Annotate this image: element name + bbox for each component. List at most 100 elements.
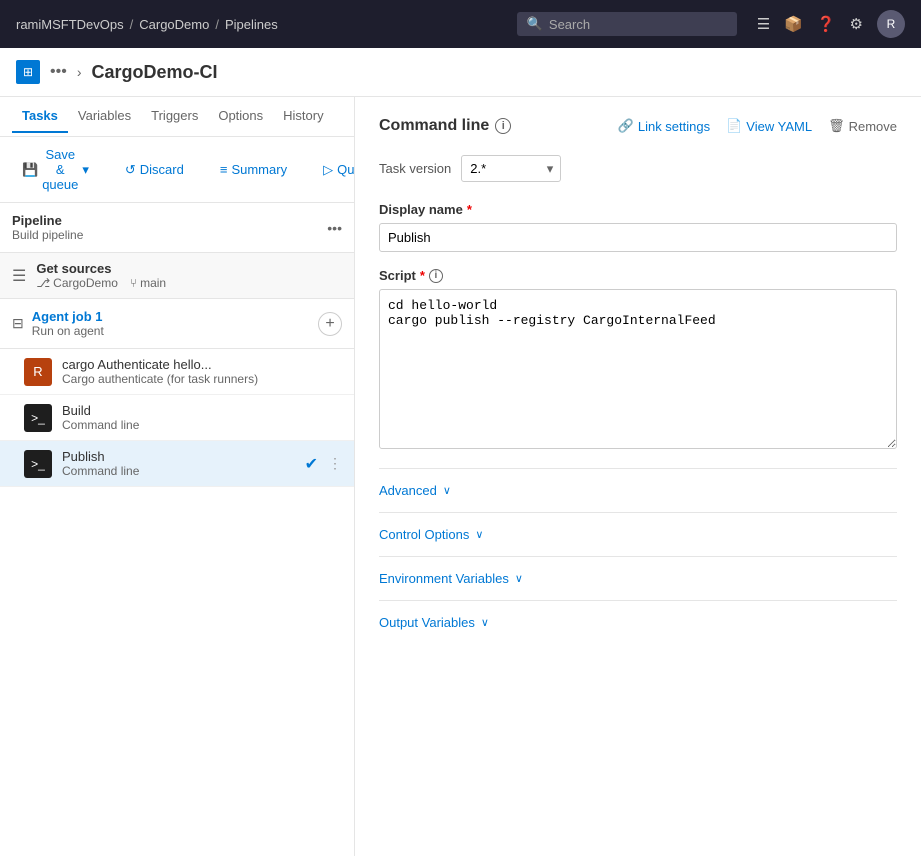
task-version-label: Task version [379,161,451,176]
task-item-build[interactable]: >_ Build Command line [0,395,354,441]
left-panel: Tasks Variables Triggers Options History… [0,97,355,856]
script-textarea[interactable] [379,289,897,449]
breadcrumb-sep-1: / [130,17,134,32]
advanced-header[interactable]: Advanced ∨ [379,483,897,498]
tab-bar: Tasks Variables Triggers Options History [0,97,354,137]
environment-variables-label: Environment Variables [379,571,509,586]
script-label: Script * i [379,268,897,283]
cargo-auth-subtitle: Cargo authenticate (for task runners) [62,372,342,386]
pipeline-icon: ⊞ [16,60,40,84]
build-icon: >_ [24,404,52,432]
section-header-row: Command line i 🔗 Link settings 📄 View YA… [379,117,897,135]
search-box[interactable]: 🔍 [517,12,737,36]
pipeline-info: Pipeline Build pipeline [12,213,83,242]
section-title: Command line i [379,117,511,135]
queue-icon: ▷ [323,162,333,178]
output-variables-chevron-icon: ∨ [481,616,489,629]
summary-button[interactable]: ≡ Summary [210,158,297,181]
breadcrumb-org[interactable]: ramiMSFTDevOps [16,17,124,32]
get-sources-icon: ☰ [12,266,26,286]
agent-job-icon: ⊟ [12,315,24,332]
save-icon: 💾 [22,162,38,178]
tab-variables[interactable]: Variables [68,100,141,133]
link-settings-icon: 🔗 [618,118,634,134]
environment-variables-section: Environment Variables ∨ [379,556,897,600]
publish-info: Publish Command line [62,449,295,478]
view-yaml-icon: 📄 [726,118,742,134]
search-icon: 🔍 [527,16,543,32]
agent-job-title[interactable]: Agent job 1 [32,309,310,324]
discard-label: Discard [140,162,184,177]
discard-button[interactable]: ↺ Discard [115,158,194,182]
link-settings-link[interactable]: 🔗 Link settings [618,118,710,134]
add-task-button[interactable]: + [318,312,342,336]
output-variables-label: Output Variables [379,615,475,630]
remove-icon: 🗑 [828,118,845,134]
cargo-auth-title: cargo Authenticate hello... [62,357,342,372]
publish-more-button[interactable]: ⋮ [328,455,342,472]
search-input[interactable] [549,17,727,32]
get-sources-row[interactable]: ☰ Get sources ⎇ CargoDemo ⑂ main [0,253,354,299]
section-actions: 🔗 Link settings 📄 View YAML 🗑 Remove [618,118,897,134]
get-sources-repo: ⎇ CargoDemo [36,276,118,290]
settings-icon[interactable]: ⚙ [850,15,863,33]
tab-triggers[interactable]: Triggers [141,100,208,133]
summary-label: Summary [231,162,287,177]
section-info-icon[interactable]: i [495,118,511,134]
remove-link[interactable]: 🗑 Remove [828,118,897,134]
page-header-more[interactable]: ••• [50,63,67,81]
task-item-cargo-auth[interactable]: R cargo Authenticate hello... Cargo auth… [0,349,354,395]
pipeline-more-button[interactable]: ••• [327,220,342,236]
output-variables-header[interactable]: Output Variables ∨ [379,615,897,630]
agent-job-info: Agent job 1 Run on agent [32,309,310,338]
display-name-input[interactable] [379,223,897,252]
top-navigation: ramiMSFTDevOps / CargoDemo / Pipelines 🔍… [0,0,921,48]
list-icon[interactable]: ☰ [757,15,770,33]
toolbar: 💾 Save & queue ▾ ↺ Discard ≡ Summary ▷ Q… [0,137,354,203]
task-version-row: Task version 2.* 1.* ▾ [379,155,897,182]
breadcrumb-sep-2: / [215,17,219,32]
task-version-select-wrapper: 2.* 1.* ▾ [461,155,561,182]
publish-subtitle: Command line [62,464,295,478]
pipeline-title: Pipeline [12,213,83,228]
page-title: CargoDemo-CI [91,62,217,83]
tab-history[interactable]: History [273,100,333,133]
tab-options[interactable]: Options [208,100,273,133]
nav-icons: ☰ 📦 ❓ ⚙ R [757,10,905,38]
view-yaml-link[interactable]: 📄 View YAML [726,118,812,134]
build-info: Build Command line [62,403,342,432]
publish-title: Publish [62,449,295,464]
queue-button[interactable]: ▷ Queue [313,158,355,182]
pipeline-icon-symbol: ⊞ [23,65,33,79]
agent-job-row: ⊟ Agent job 1 Run on agent + [0,299,354,349]
save-queue-label: Save & queue [42,147,78,192]
environment-variables-header[interactable]: Environment Variables ∨ [379,571,897,586]
tab-tasks[interactable]: Tasks [12,100,68,133]
section-title-text: Command line [379,117,489,135]
avatar[interactable]: R [877,10,905,38]
task-version-select[interactable]: 2.* 1.* [461,155,561,182]
script-group: Script * i [379,268,897,452]
remove-label: Remove [849,119,897,134]
help-icon[interactable]: ❓ [817,15,836,33]
build-title: Build [62,403,342,418]
breadcrumb-pipelines[interactable]: Pipelines [225,17,278,32]
task-item-publish[interactable]: >_ Publish Command line ✔ ⋮ [0,441,354,487]
control-options-header[interactable]: Control Options ∨ [379,527,897,542]
display-name-label: Display name * [379,202,897,217]
main-layout: Tasks Variables Triggers Options History… [0,97,921,856]
page-header: ⊞ ••• › CargoDemo-CI [0,48,921,97]
breadcrumb-project[interactable]: CargoDemo [139,17,209,32]
environment-variables-chevron-icon: ∨ [515,572,523,585]
advanced-label: Advanced [379,483,437,498]
breadcrumb-chevron: › [77,64,82,80]
link-settings-label: Link settings [638,119,710,134]
control-options-chevron-icon: ∨ [475,528,483,541]
get-sources-meta: ⎇ CargoDemo ⑂ main [36,276,342,290]
package-icon[interactable]: 📦 [784,15,803,33]
save-queue-button[interactable]: 💾 Save & queue ▾ [12,143,99,196]
publish-icon: >_ [24,450,52,478]
script-info-icon[interactable]: i [429,269,443,283]
view-yaml-label: View YAML [746,119,812,134]
script-required: * [420,268,425,283]
